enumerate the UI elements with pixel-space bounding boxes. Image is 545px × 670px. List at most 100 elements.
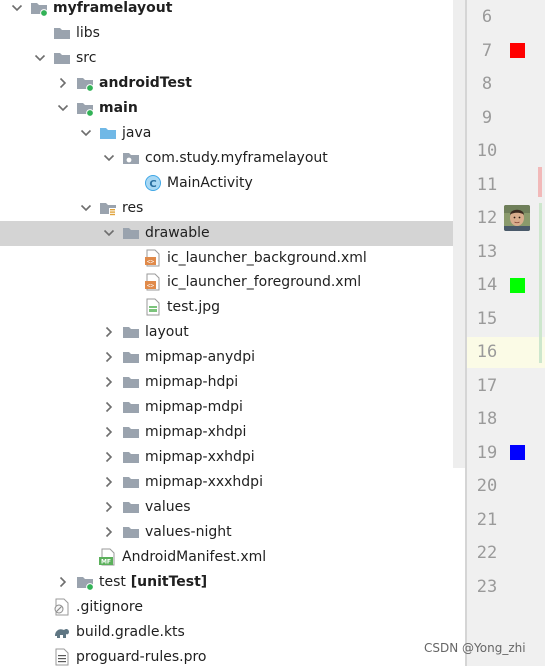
chevron-right-icon[interactable] [102,350,116,364]
blue-color-swatch[interactable] [510,445,525,460]
line-number[interactable]: 18 [467,408,507,430]
tree-item-label: mipmap-xxxhdpi [145,473,263,492]
tree-item-name: MainActivity [167,174,253,191]
tree-row[interactable]: <> ic_launcher_background.xml [0,246,465,271]
tree-row[interactable]: com.study.myframelayout [0,146,465,171]
chevron-down-icon[interactable] [79,201,93,215]
tree-row[interactable]: .gitignore [0,595,465,620]
tree-item-label: ic_launcher_foreground.xml [167,273,361,292]
tree-item-name: main [99,99,138,116]
tree-row[interactable]: C MainActivity [0,171,465,196]
tree-row[interactable]: main [0,96,465,121]
source-set-folder-icon [76,74,94,92]
red-color-swatch[interactable] [510,43,525,58]
chevron-down-icon[interactable] [79,126,93,140]
chevron-right-icon[interactable] [102,425,116,439]
line-number[interactable]: 13 [467,241,507,263]
source-set-folder-icon [76,99,94,117]
resources-folder-icon [99,199,117,217]
line-number[interactable]: 19 [467,442,507,464]
line-number[interactable]: 20 [467,475,507,497]
tree-item-name: ic_launcher_background.xml [167,249,367,266]
chevron-right-icon[interactable] [56,76,70,90]
chevron-right-icon[interactable] [102,375,116,389]
tree-item-label: mipmap-xxhdpi [145,448,255,467]
tree-row[interactable]: myframelayout [0,0,465,21]
tree-row[interactable]: mipmap-hdpi [0,370,465,395]
tree-row[interactable]: mipmap-anydpi [0,345,465,370]
manifest-file-icon: MF [99,548,117,566]
line-number[interactable]: 16 [467,341,507,363]
tree-row[interactable]: mipmap-xxxhdpi [0,470,465,495]
chevron-down-icon[interactable] [102,151,116,165]
chevron-down-icon[interactable] [10,1,24,15]
line-number[interactable]: 10 [467,140,507,162]
chevron-down-icon[interactable] [102,226,116,240]
tree-item-name: mipmap-xxhdpi [145,449,255,466]
tree-row[interactable]: test.jpg [0,295,465,320]
chevron-right-icon[interactable] [102,450,116,464]
tree-row[interactable]: <> ic_launcher_foreground.xml [0,270,465,295]
chevron-right-icon[interactable] [102,500,116,514]
line-number[interactable]: 12 [467,207,507,229]
green-color-swatch[interactable] [510,277,525,293]
tree-item-name: layout [145,324,189,341]
tree-row[interactable]: MF AndroidManifest.xml [0,545,465,570]
image-preview-thumbnail[interactable] [504,205,530,231]
folder-icon [122,448,140,466]
tree-scrollbar[interactable] [453,0,465,468]
line-number[interactable]: 21 [467,509,507,531]
tree-row[interactable]: test [unitTest] [0,570,465,595]
line-number[interactable]: 17 [467,375,507,397]
line-number[interactable]: 14 [467,274,507,296]
chevron-right-icon[interactable] [102,525,116,539]
tree-item-name: com.study.myframelayout [145,149,328,166]
tree-item-label: libs [76,24,100,43]
line-number[interactable]: 11 [467,174,507,196]
vcs-change-marker-modified[interactable] [538,167,542,197]
tree-item-name: .gitignore [76,598,143,615]
gradle-file-icon [53,623,71,641]
tree-item-name: androidTest [99,74,192,91]
chevron-right-icon[interactable] [102,400,116,414]
line-number[interactable]: 22 [467,542,507,564]
tree-row[interactable]: mipmap-xxhdpi [0,445,465,470]
source-root-folder-icon [99,124,117,142]
source-set-folder-icon [76,573,94,591]
tree-row[interactable]: build.gradle.kts [0,620,465,645]
line-number[interactable]: 8 [467,73,507,95]
tree-row[interactable]: mipmap-mdpi [0,395,465,420]
tree-row[interactable]: libs [0,21,465,46]
tree-row[interactable]: mipmap-xhdpi [0,420,465,445]
vcs-change-marker-added[interactable] [539,203,542,363]
tree-row[interactable]: layout [0,320,465,345]
line-number[interactable]: 23 [467,576,507,598]
tree-row[interactable]: src [0,46,465,71]
chevron-down-icon[interactable] [33,51,47,65]
line-number[interactable]: 15 [467,308,507,330]
tree-item-name: test.jpg [167,299,220,316]
tree-item-label: drawable [145,224,210,243]
tree-item-label: androidTest [99,74,192,93]
tree-row[interactable]: values [0,495,465,520]
folder-icon [122,473,140,491]
chevron-right-icon[interactable] [56,575,70,589]
kotlin-class-icon: C [144,174,162,192]
tree-item-name: mipmap-xxxhdpi [145,474,263,491]
line-number[interactable]: 6 [467,6,507,28]
svg-text:C: C [149,179,156,190]
chevron-down-icon[interactable] [56,101,70,115]
chevron-right-icon[interactable] [102,325,116,339]
tree-row[interactable]: values-night [0,520,465,545]
tree-row[interactable]: java [0,121,465,146]
line-number[interactable]: 7 [467,40,507,62]
svg-text:MF: MF [101,558,111,565]
tree-row[interactable]: res [0,196,465,221]
line-number[interactable]: 9 [467,107,507,129]
chevron-right-icon[interactable] [102,475,116,489]
tree-row[interactable]: drawable [0,220,465,246]
tree-row[interactable]: androidTest [0,71,465,96]
tree-item-label: values-night [145,523,232,542]
tree-item-name: proguard-rules.pro [76,648,207,665]
tree-item-name: drawable [145,224,210,241]
